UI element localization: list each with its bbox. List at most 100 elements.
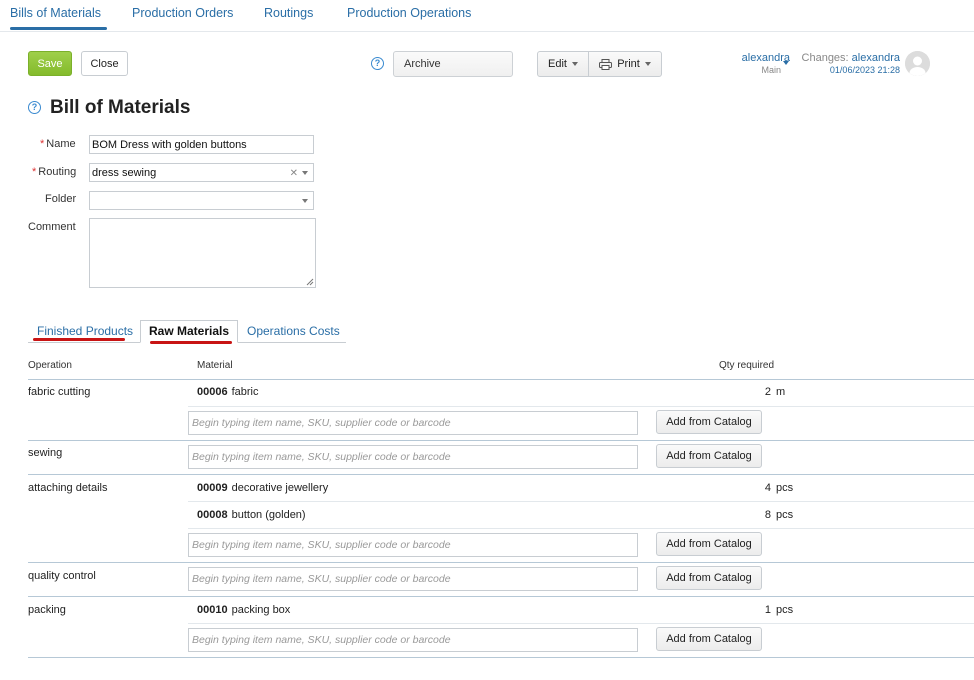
material-code[interactable]: 00008 bbox=[197, 509, 228, 521]
print-button-label: Print bbox=[617, 58, 640, 70]
clear-icon[interactable]: ✕ bbox=[290, 168, 298, 179]
qty-unit: m bbox=[776, 386, 786, 398]
add-from-catalog-button[interactable]: Add from Catalog bbox=[656, 410, 762, 434]
operation-separator bbox=[28, 596, 974, 597]
close-button[interactable]: Close bbox=[81, 51, 128, 76]
material-code[interactable]: 00010 bbox=[197, 604, 228, 616]
operation-name: attaching details bbox=[28, 482, 108, 494]
add-from-catalog-button[interactable]: Add from Catalog bbox=[656, 627, 762, 651]
changes-info: Changes: alexandra 01/06/2023 21:28 bbox=[780, 52, 900, 75]
nav-routings[interactable]: Routings bbox=[264, 6, 313, 20]
add-from-catalog-button[interactable]: Add from Catalog bbox=[656, 532, 762, 556]
add-from-catalog-button[interactable]: Add from Catalog bbox=[656, 566, 762, 590]
qty-value[interactable]: 4 bbox=[765, 482, 771, 494]
tab-operations-costs[interactable]: Operations Costs bbox=[239, 321, 348, 343]
name-field[interactable]: BOM Dress with golden buttons bbox=[89, 135, 314, 154]
nav-bills-of-materials[interactable]: Bills of Materials bbox=[10, 6, 101, 20]
material-search-input[interactable]: Begin typing item name, SKU, supplier co… bbox=[188, 628, 638, 652]
operation-name: quality control bbox=[28, 570, 96, 582]
folder-label: Folder bbox=[45, 193, 77, 205]
routing-label: * Routing bbox=[32, 166, 77, 178]
material-qty: 8 pcs bbox=[740, 509, 800, 521]
status-select[interactable]: Archive bbox=[393, 51, 513, 77]
operation-name: sewing bbox=[28, 447, 63, 459]
qty-value[interactable]: 1 bbox=[765, 604, 771, 616]
edit-button-label: Edit bbox=[548, 58, 567, 70]
material-qty: 4 pcs bbox=[740, 482, 800, 494]
material-search-input[interactable]: Begin typing item name, SKU, supplier co… bbox=[188, 445, 638, 469]
qty-value[interactable]: 2 bbox=[765, 386, 771, 398]
material-item: 00009 decorative jewellery bbox=[197, 482, 328, 494]
chevron-down-icon[interactable] bbox=[302, 171, 308, 176]
routing-select-value: dress sewing bbox=[92, 166, 157, 179]
operation-separator bbox=[28, 440, 974, 441]
name-label: * Name bbox=[40, 138, 76, 150]
folder-select-controls bbox=[298, 196, 308, 207]
operation-separator bbox=[28, 657, 974, 658]
material-item: 00006 fabric bbox=[197, 386, 259, 398]
operation-separator bbox=[28, 474, 974, 475]
comment-label: Comment bbox=[28, 221, 76, 233]
print-button[interactable]: Print bbox=[589, 52, 661, 76]
column-header-qty: Qty required bbox=[719, 360, 775, 371]
save-button[interactable]: Save bbox=[28, 51, 72, 76]
material-item: 00010 packing box bbox=[197, 604, 290, 616]
operation-separator bbox=[28, 562, 974, 563]
operation-name: fabric cutting bbox=[28, 386, 91, 398]
changes-label: Changes: bbox=[801, 52, 849, 64]
qty-unit: pcs bbox=[776, 604, 794, 616]
changes-user[interactable]: alexandra bbox=[852, 52, 900, 64]
material-code[interactable]: 00009 bbox=[197, 482, 228, 494]
material-search-input[interactable]: Begin typing item name, SKU, supplier co… bbox=[188, 411, 638, 435]
material-qty: 1 pcs bbox=[740, 604, 800, 616]
qty-unit: pcs bbox=[776, 482, 794, 494]
name-field-value: BOM Dress with golden buttons bbox=[92, 138, 247, 151]
page-title: Bill of Materials bbox=[50, 97, 191, 118]
resize-grip-icon[interactable] bbox=[306, 278, 314, 286]
help-icon[interactable]: ? bbox=[28, 101, 41, 114]
header-separator bbox=[28, 379, 974, 380]
required-star: * bbox=[32, 166, 37, 178]
material-qty: 2m bbox=[740, 386, 800, 398]
nav-production-operations[interactable]: Production Operations bbox=[347, 6, 471, 20]
chevron-down-icon bbox=[571, 62, 578, 66]
status-select-value: Archive bbox=[404, 58, 441, 70]
chevron-down-icon[interactable] bbox=[302, 199, 308, 204]
folder-select[interactable] bbox=[89, 191, 314, 210]
top-nav: Bills of Materials Production Orders Rou… bbox=[0, 0, 974, 32]
user-context: Main bbox=[761, 65, 781, 75]
changes-date: 01/06/2023 21:28 bbox=[829, 65, 900, 75]
help-icon[interactable]: ? bbox=[371, 57, 384, 70]
nav-production-orders[interactable]: Production Orders bbox=[132, 6, 233, 20]
material-item: 00008 button (golden) bbox=[197, 509, 306, 521]
row-separator bbox=[188, 623, 974, 624]
annotation-underline-raw-materials bbox=[150, 341, 232, 344]
material-code[interactable]: 00006 bbox=[197, 386, 228, 398]
column-header-operation: Operation bbox=[28, 360, 72, 371]
edit-print-button-group: Edit Print bbox=[537, 51, 662, 77]
active-nav-indicator bbox=[10, 27, 107, 30]
row-separator bbox=[188, 528, 974, 529]
material-name: fabric bbox=[231, 386, 259, 398]
routing-select-controls: ✕ bbox=[290, 168, 308, 179]
row-separator bbox=[188, 406, 974, 407]
qty-unit: pcs bbox=[776, 509, 794, 521]
required-star: * bbox=[40, 138, 45, 150]
tab-raw-materials[interactable]: Raw Materials bbox=[140, 320, 239, 343]
material-name: button (golden) bbox=[231, 509, 306, 521]
routing-select[interactable]: dress sewing ✕ bbox=[89, 163, 314, 182]
material-search-input[interactable]: Begin typing item name, SKU, supplier co… bbox=[188, 533, 638, 557]
avatar bbox=[905, 51, 930, 76]
annotation-underline-finished-products bbox=[33, 338, 125, 341]
printer-icon bbox=[599, 58, 613, 70]
qty-value[interactable]: 8 bbox=[765, 509, 771, 521]
operation-name: packing bbox=[28, 604, 66, 616]
nav-divider bbox=[0, 31, 974, 32]
material-name: packing box bbox=[231, 604, 291, 616]
row-separator bbox=[188, 501, 974, 502]
comment-field[interactable] bbox=[89, 218, 316, 288]
edit-button[interactable]: Edit bbox=[538, 52, 589, 76]
material-search-input[interactable]: Begin typing item name, SKU, supplier co… bbox=[188, 567, 638, 591]
material-name: decorative jewellery bbox=[231, 482, 329, 494]
add-from-catalog-button[interactable]: Add from Catalog bbox=[656, 444, 762, 468]
